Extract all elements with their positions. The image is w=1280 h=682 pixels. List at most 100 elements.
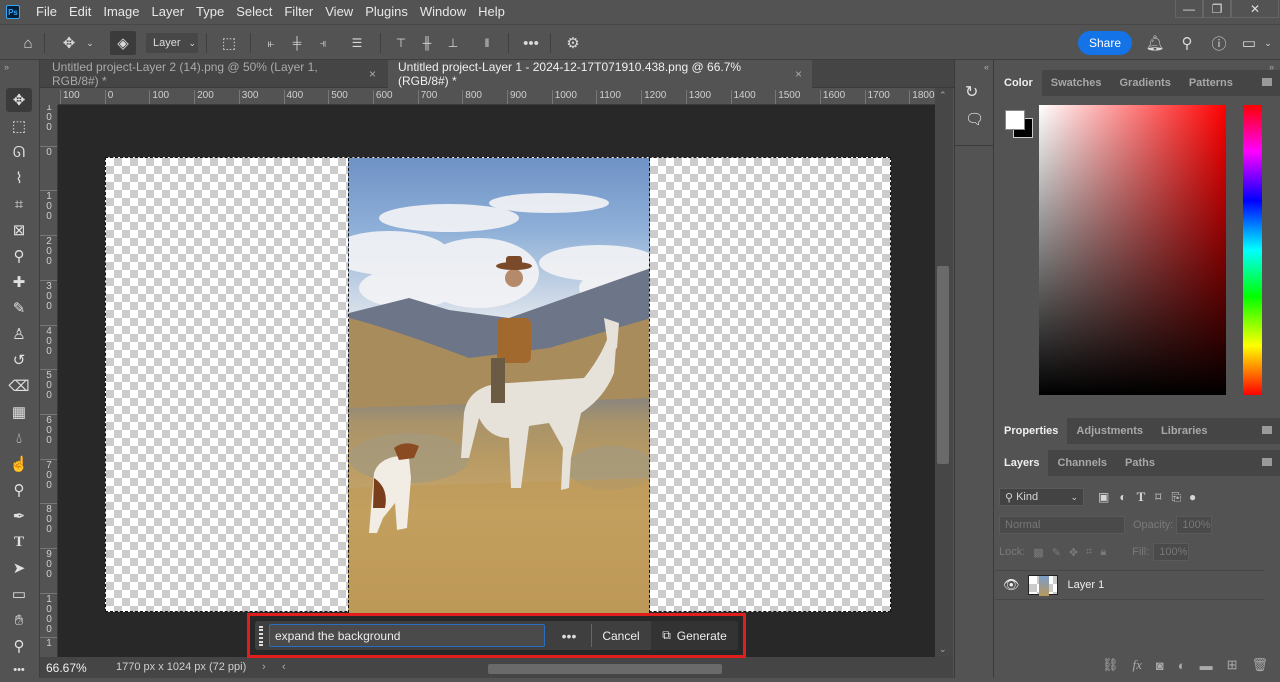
crop-tool-icon[interactable]: ⌗	[6, 192, 32, 216]
search-icon[interactable]: ⚲	[1176, 31, 1198, 55]
tab-paths[interactable]: Paths	[1116, 450, 1164, 476]
close-icon[interactable]: ×	[795, 67, 802, 81]
eraser-tool-icon[interactable]: ⌫	[6, 374, 32, 398]
chevron-down-icon[interactable]: ⌄	[84, 31, 96, 55]
tab-adjustments[interactable]: Adjustments	[1067, 418, 1152, 444]
show-transform-controls-icon[interactable]: ⬚	[216, 31, 242, 55]
filter-kind-dropdown[interactable]: ⚲ Kind ⌄	[999, 488, 1084, 506]
distribute-icon[interactable]: ☰	[346, 31, 368, 55]
fill-field[interactable]: 100%	[1153, 543, 1190, 561]
minimize-button[interactable]: —	[1175, 0, 1203, 18]
history-icon[interactable]: ↻	[965, 82, 978, 102]
close-icon[interactable]: ×	[369, 67, 376, 81]
eyedropper-tool-icon[interactable]: ⚲	[6, 244, 32, 268]
menu-file[interactable]: File	[30, 0, 63, 24]
tab-properties[interactable]: Properties	[995, 418, 1068, 444]
collapse-icon[interactable]: »	[4, 62, 9, 72]
auto-select-target-dropdown[interactable]: Layer ⌄	[146, 33, 198, 53]
tab-channels[interactable]: Channels	[1048, 450, 1116, 476]
align-left-icon[interactable]: ⫦	[260, 31, 282, 55]
rectangular-marquee-tool-icon[interactable]: ⬚	[6, 114, 32, 138]
link-layers-icon[interactable]: ⛓	[1102, 657, 1119, 673]
scroll-left-icon[interactable]: ‹	[282, 661, 286, 673]
align-center-icon[interactable]: ╪	[286, 31, 308, 55]
scroll-down-icon[interactable]: ⌄	[939, 644, 947, 655]
menu-edit[interactable]: Edit	[63, 0, 97, 24]
align-right-icon[interactable]: ⫣	[312, 31, 334, 55]
foreground-color-swatch[interactable]	[1005, 110, 1025, 130]
brush-tool-icon[interactable]: ✎	[6, 296, 32, 320]
lock-position-icon[interactable]: ✥	[1069, 546, 1078, 559]
add-mask-icon[interactable]: ◙	[1156, 658, 1164, 673]
horizontal-ruler[interactable]: 100 0 100 200 300 400 500 600 700 800 900 1000 1100 1…	[58, 88, 935, 105]
bell-icon[interactable]: 🔔︎	[1144, 31, 1166, 55]
ruler-origin[interactable]	[40, 88, 58, 105]
shape-filter-icon[interactable]: ⌑	[1155, 490, 1161, 504]
tab-color[interactable]: Color	[995, 70, 1042, 96]
home-icon[interactable]: ⌂	[16, 31, 40, 55]
path-selection-tool-icon[interactable]: ➤	[6, 556, 32, 580]
drag-handle[interactable]	[259, 626, 263, 646]
generate-button[interactable]: ⧉ Generate	[651, 621, 738, 650]
vertical-scrollbar-thumb[interactable]	[937, 266, 949, 464]
tab-layers[interactable]: Layers	[995, 450, 1049, 476]
dodge-tool-icon[interactable]: ⚲	[6, 478, 32, 502]
pixel-filter-icon[interactable]: ▣	[1098, 490, 1109, 504]
panel-menu-icon[interactable]	[1262, 78, 1272, 86]
more-tools-icon[interactable]: •••	[6, 658, 32, 682]
vertical-scrollbar[interactable]: ⌃ ⌄	[935, 88, 953, 657]
type-tool-icon[interactable]: T	[6, 530, 32, 554]
blur-tool-icon[interactable]: 💧︎	[6, 426, 32, 450]
fx-icon[interactable]: fx	[1132, 657, 1141, 673]
frame-tool-icon[interactable]: ⊠	[6, 218, 32, 242]
pen-tool-icon[interactable]: ✒	[6, 504, 32, 528]
lock-all-icon[interactable]: 🔒︎	[1100, 546, 1106, 559]
document-canvas[interactable]	[105, 157, 891, 613]
expand-panels-icon[interactable]: «	[984, 62, 989, 72]
rectangle-tool-icon[interactable]: ▭	[6, 582, 32, 606]
adjustment-layer-icon[interactable]: ◐	[1178, 658, 1186, 673]
share-button[interactable]: Share	[1078, 31, 1132, 55]
tab-libraries[interactable]: Libraries	[1152, 418, 1216, 444]
history-brush-tool-icon[interactable]: ↺	[6, 348, 32, 372]
opacity-field[interactable]: 100%	[1176, 516, 1213, 534]
new-layer-icon[interactable]: ⊞	[1227, 657, 1238, 673]
vertical-ruler[interactable]: 100010020030040050060070080090010001	[40, 105, 58, 657]
canvas-area[interactable]	[58, 105, 935, 657]
menu-filter[interactable]: Filter	[278, 0, 319, 24]
gear-icon[interactable]: ⚙	[560, 31, 586, 55]
menu-help[interactable]: Help	[472, 0, 511, 24]
tab-gradients[interactable]: Gradients	[1110, 70, 1179, 96]
scroll-up-icon[interactable]: ⌃	[939, 90, 947, 101]
document-info[interactable]: 1770 px x 1024 px (72 ppi)	[116, 661, 246, 673]
help-icon[interactable]: ⓘ	[1208, 31, 1230, 55]
auto-select-icon[interactable]: ◈	[110, 31, 136, 55]
blend-mode-dropdown[interactable]: Normal	[999, 516, 1125, 534]
clone-stamp-tool-icon[interactable]: ♙	[6, 322, 32, 346]
color-picker-field[interactable]	[1039, 105, 1226, 395]
cancel-button[interactable]: Cancel	[595, 624, 647, 647]
panel-menu-icon[interactable]	[1262, 426, 1272, 434]
align-top-icon[interactable]: ⊤	[390, 31, 412, 55]
restore-button[interactable]: ❐	[1203, 0, 1231, 18]
more-options-icon[interactable]: •••	[518, 31, 544, 55]
spot-healing-tool-icon[interactable]: ✚	[6, 270, 32, 294]
menu-type[interactable]: Type	[190, 0, 230, 24]
menu-window[interactable]: Window	[414, 0, 472, 24]
lock-artboard-icon[interactable]: ⌗	[1086, 546, 1092, 559]
tab-patterns[interactable]: Patterns	[1180, 70, 1242, 96]
generative-prompt-input[interactable]	[269, 624, 545, 647]
trash-icon[interactable]: 🗑︎	[1251, 657, 1268, 673]
menu-image[interactable]: Image	[97, 0, 145, 24]
move-tool-icon[interactable]: ✥	[56, 31, 82, 55]
zoom-tool-icon[interactable]: ⚲	[6, 634, 32, 658]
distribute-vertical-icon[interactable]: ‖	[476, 31, 498, 55]
gradient-tool-icon[interactable]: ▦	[6, 400, 32, 424]
zoom-level[interactable]: 66.67%	[46, 661, 87, 675]
panel-menu-icon[interactable]	[1262, 458, 1272, 466]
hand-tool-icon[interactable]: ✋︎	[6, 608, 32, 632]
layer-row[interactable]: 👁︎ Layer 1	[995, 570, 1265, 600]
move-tool-icon[interactable]: ✥	[6, 88, 32, 112]
chevron-down-icon[interactable]: ⌄	[1262, 31, 1274, 55]
align-bottom-icon[interactable]: ⊥	[442, 31, 464, 55]
